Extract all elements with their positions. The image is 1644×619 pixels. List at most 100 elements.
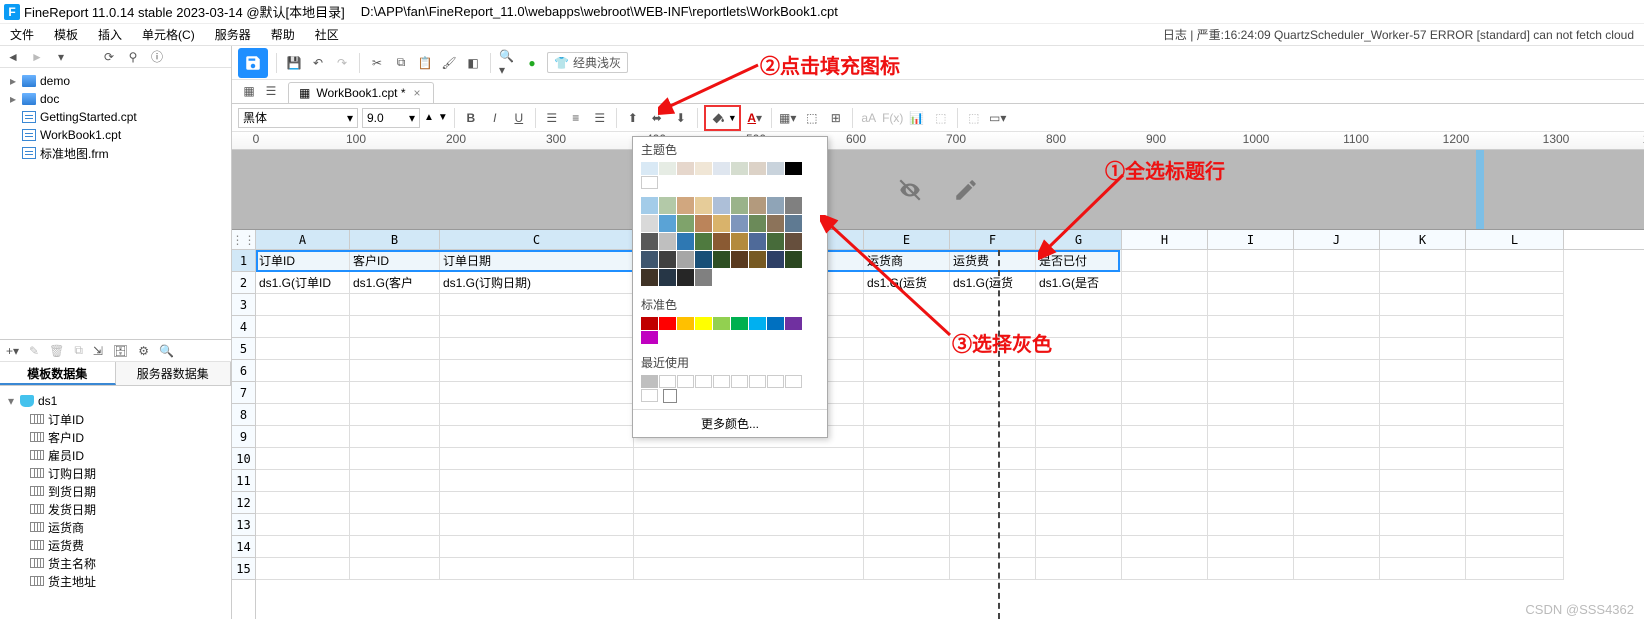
cell[interactable]: 运货费 xyxy=(950,250,1036,272)
cell[interactable] xyxy=(350,294,440,316)
color-swatch[interactable] xyxy=(695,375,712,388)
ds-col[interactable]: 到货日期 xyxy=(48,483,96,500)
color-swatch[interactable] xyxy=(731,215,748,232)
cell[interactable] xyxy=(864,470,950,492)
grid[interactable]: 订单ID客户ID订单日期运货商运货费是否已付ds1.G(订单IDds1.G(客户… xyxy=(256,250,1644,619)
cell[interactable] xyxy=(1208,250,1294,272)
export-icon[interactable]: ⇲ xyxy=(93,344,103,358)
cell[interactable] xyxy=(950,536,1036,558)
col-header-E[interactable]: E xyxy=(864,230,950,249)
color-swatch[interactable] xyxy=(659,269,676,286)
cell[interactable] xyxy=(350,338,440,360)
cell[interactable] xyxy=(350,470,440,492)
cell[interactable] xyxy=(1122,426,1208,448)
col-header-I[interactable]: I xyxy=(1208,230,1294,249)
cell[interactable] xyxy=(1208,470,1294,492)
cell[interactable] xyxy=(950,404,1036,426)
color-swatch[interactable] xyxy=(695,197,712,214)
cell[interactable] xyxy=(350,536,440,558)
cell[interactable] xyxy=(1122,382,1208,404)
color-swatch[interactable] xyxy=(677,162,694,175)
undo-icon[interactable]: ↶ xyxy=(309,54,327,72)
ds-col[interactable]: 运货商 xyxy=(48,519,84,536)
row-header[interactable]: 15 xyxy=(232,558,255,580)
cell[interactable] xyxy=(864,536,950,558)
cell[interactable] xyxy=(1294,558,1380,580)
cut-icon[interactable]: ✂ xyxy=(368,54,386,72)
cell[interactable] xyxy=(440,360,634,382)
color-swatch[interactable] xyxy=(713,215,730,232)
cell[interactable] xyxy=(634,514,864,536)
cell[interactable] xyxy=(1208,382,1294,404)
cell[interactable] xyxy=(1466,294,1564,316)
cell[interactable] xyxy=(1466,492,1564,514)
cell[interactable]: 订单日期 xyxy=(440,250,634,272)
cell[interactable] xyxy=(864,514,950,536)
row-header[interactable]: 4 xyxy=(232,316,255,338)
cell[interactable] xyxy=(1294,514,1380,536)
color-swatch[interactable] xyxy=(785,317,802,330)
select-all-corner[interactable]: ⋮⋮ xyxy=(232,230,256,250)
cell[interactable] xyxy=(1208,558,1294,580)
cell[interactable]: 是否已付 xyxy=(1036,250,1122,272)
cell[interactable] xyxy=(440,514,634,536)
color-swatch[interactable] xyxy=(785,233,802,250)
color-swatch[interactable] xyxy=(695,269,712,286)
row-headers[interactable]: 123456789101112131415 xyxy=(232,250,256,619)
valign-mid-icon[interactable]: ⬌ xyxy=(647,108,667,128)
cell[interactable] xyxy=(1208,514,1294,536)
cell[interactable]: ds1.G(运货 xyxy=(950,272,1036,294)
cell[interactable] xyxy=(1380,272,1466,294)
add-icon[interactable]: +▾ xyxy=(6,344,19,358)
cell[interactable] xyxy=(1466,558,1564,580)
cell[interactable] xyxy=(1122,338,1208,360)
color-swatch[interactable] xyxy=(677,317,694,330)
chart-icon[interactable]: 📊 xyxy=(907,108,927,128)
cell[interactable] xyxy=(350,558,440,580)
cell[interactable] xyxy=(1036,558,1122,580)
cell[interactable] xyxy=(1294,272,1380,294)
row-header[interactable]: 10 xyxy=(232,448,255,470)
menu-file[interactable]: 文件 xyxy=(10,26,34,43)
paste-icon[interactable]: 📋 xyxy=(416,54,434,72)
menu-template[interactable]: 模板 xyxy=(54,26,78,43)
cell[interactable] xyxy=(350,448,440,470)
cell[interactable] xyxy=(440,558,634,580)
color-swatch[interactable] xyxy=(731,162,748,175)
ds-col[interactable]: 订单ID xyxy=(48,411,84,428)
color-picker[interactable]: 主题色 标准色 最近使用 更多颜色... xyxy=(632,136,828,438)
row-header[interactable]: 14 xyxy=(232,536,255,558)
col-header-C[interactable]: C xyxy=(440,230,634,249)
cell[interactable] xyxy=(1294,338,1380,360)
cell[interactable] xyxy=(440,338,634,360)
float-icon[interactable]: ⬚ xyxy=(964,108,984,128)
cell[interactable] xyxy=(1380,448,1466,470)
cell[interactable] xyxy=(864,294,950,316)
color-swatch[interactable] xyxy=(749,162,766,175)
col-header-B[interactable]: B xyxy=(350,230,440,249)
ds-col[interactable]: 客户ID xyxy=(48,429,84,446)
cell[interactable] xyxy=(256,382,350,404)
cell[interactable] xyxy=(634,536,864,558)
unmerge-icon[interactable]: ⊞ xyxy=(826,108,846,128)
cell[interactable] xyxy=(1466,316,1564,338)
row-header[interactable]: 7 xyxy=(232,382,255,404)
cell[interactable] xyxy=(864,404,950,426)
color-swatch[interactable] xyxy=(641,215,658,232)
fx-icon[interactable]: F(x) xyxy=(883,108,903,128)
cell[interactable] xyxy=(1466,536,1564,558)
cell[interactable] xyxy=(1208,294,1294,316)
cell[interactable] xyxy=(1036,382,1122,404)
cell[interactable] xyxy=(440,536,634,558)
tab-template-ds[interactable]: 模板数据集 xyxy=(0,362,116,385)
row-header[interactable]: 9 xyxy=(232,426,255,448)
cell[interactable] xyxy=(1122,536,1208,558)
color-swatch[interactable] xyxy=(785,215,802,232)
delete-icon[interactable]: 🗑 xyxy=(49,344,64,358)
cell[interactable] xyxy=(1466,250,1564,272)
cell[interactable] xyxy=(1036,492,1122,514)
cell[interactable] xyxy=(1208,316,1294,338)
color-swatch[interactable] xyxy=(677,375,694,388)
color-swatch[interactable] xyxy=(785,375,802,388)
cell[interactable] xyxy=(950,492,1036,514)
